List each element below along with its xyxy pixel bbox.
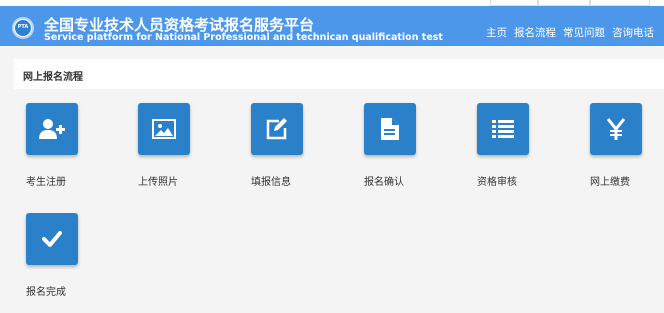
document-icon: [381, 118, 399, 140]
section-title: 网上报名流程: [23, 72, 83, 83]
site-header: PTA 全国专业技术人员资格考试报名服务平台 Service platform …: [0, 6, 664, 46]
nav-home[interactable]: 主页: [486, 25, 507, 40]
step-label: 报名确认: [364, 177, 404, 188]
step-online-payment-button[interactable]: [590, 103, 642, 155]
site-subtitle: Service platform for National Profession…: [44, 32, 443, 43]
main-nav: 主页 报名流程 常见问题 咨询电话: [486, 25, 654, 40]
pta-logo[interactable]: PTA: [12, 17, 34, 39]
image-icon: [152, 119, 176, 139]
list-icon: [492, 120, 514, 138]
step-label: 考生注册: [26, 177, 66, 188]
step-register-button[interactable]: [26, 103, 78, 155]
logo-text: PTA: [17, 24, 29, 30]
nav-registration-process[interactable]: 报名流程: [514, 25, 556, 40]
step-label: 上传照片: [138, 177, 178, 188]
edit-icon: [265, 118, 289, 140]
step-label: 报名完成: [26, 287, 66, 298]
check-icon: [42, 231, 62, 247]
nav-faq[interactable]: 常见问题: [563, 25, 605, 40]
step-complete-button[interactable]: [26, 213, 78, 265]
step-confirm-button[interactable]: [364, 103, 416, 155]
step-qualification-review-button[interactable]: [477, 103, 529, 155]
step-fill-info-button[interactable]: [251, 103, 303, 155]
step-label: 资格审核: [477, 177, 517, 188]
nav-contact-phone[interactable]: 咨询电话: [612, 25, 654, 40]
step-label: 网上缴费: [590, 177, 630, 188]
add-user-icon: [39, 118, 65, 140]
section-header: 网上报名流程: [14, 59, 664, 89]
step-label: 填报信息: [251, 177, 291, 188]
yen-icon: [607, 118, 625, 140]
step-upload-photo-button[interactable]: [138, 103, 190, 155]
